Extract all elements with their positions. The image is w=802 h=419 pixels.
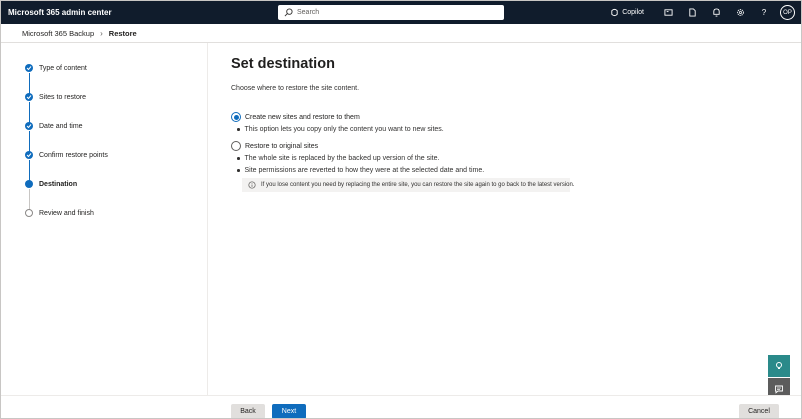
copilot-button[interactable]: Copilot <box>610 8 644 17</box>
copilot-icon <box>611 8 618 17</box>
cancel-button[interactable]: Cancel <box>739 404 779 418</box>
step-label: Review and finish <box>39 209 94 217</box>
back-button[interactable]: Back <box>231 404 265 418</box>
step-label: Date and time <box>39 122 83 130</box>
breadcrumb-backup-link[interactable]: Microsoft 365 Backup <box>22 29 94 38</box>
lightbulb-icon <box>776 362 782 369</box>
bullet-text: Site permissions are reverted to how the… <box>244 167 485 174</box>
check-icon <box>25 93 33 101</box>
step-confirm-restore-points[interactable]: Confirm restore points <box>25 149 108 161</box>
help-widget-button[interactable] <box>768 355 790 377</box>
copilot-label: Copilot <box>622 9 644 16</box>
chat-icon <box>775 385 783 394</box>
dashboard-icon <box>663 9 673 16</box>
bullet-text: This option lets you copy only the conte… <box>244 126 444 133</box>
step-label: Sites to restore <box>39 93 87 101</box>
option-label: Create new sites and restore to them <box>245 113 360 121</box>
step-label: Destination <box>39 180 78 188</box>
breadcrumb-current: Restore <box>108 28 137 38</box>
page-title: Set destination <box>231 56 335 72</box>
pending-step-icon <box>25 209 33 217</box>
radio-selected[interactable] <box>231 112 241 122</box>
top-icon-4[interactable] <box>728 1 752 24</box>
step-destination[interactable]: Destination <box>25 178 77 190</box>
wizard-footer: Back Next Cancel <box>1 395 801 418</box>
radio-unselected[interactable] <box>231 141 241 151</box>
step-review-and-finish[interactable]: Review and finish <box>25 207 94 219</box>
option-description: The whole site is replaced by the backed… <box>237 155 439 162</box>
chevron-right-icon: › <box>100 28 103 38</box>
current-step-icon <box>25 180 33 188</box>
app-frame: Microsoft 365 admin center Search Copilo… <box>0 0 802 419</box>
next-button[interactable]: Next <box>272 404 306 418</box>
app-title[interactable]: Microsoft 365 admin center <box>8 8 112 17</box>
help-icon: ? <box>761 8 767 17</box>
option-restore-original-sites[interactable]: Restore to original sites <box>231 141 318 151</box>
check-icon <box>25 122 33 130</box>
search-box[interactable]: Search <box>278 5 504 20</box>
option-create-new-sites[interactable]: Create new sites and restore to them <box>231 112 360 122</box>
step-date-and-time[interactable]: Date and time <box>25 120 83 132</box>
bullet-icon <box>237 169 240 172</box>
avatar[interactable]: OP <box>780 5 795 20</box>
bullet-icon <box>237 128 240 131</box>
breadcrumb: Microsoft 365 Backup › Restore <box>1 24 801 43</box>
info-text: If you lose content you need by replacin… <box>261 182 575 188</box>
step-label: Confirm restore points <box>39 151 108 159</box>
top-icon-2[interactable] <box>680 1 704 24</box>
document-icon <box>688 8 696 17</box>
option-description: Site permissions are reverted to how the… <box>237 167 484 174</box>
gear-icon <box>736 9 744 16</box>
top-actions: Copilot ? OP <box>610 1 801 24</box>
wizard-steps: Type of content Sites to restore Date an… <box>1 43 208 395</box>
info-icon <box>248 181 256 189</box>
search-icon <box>284 8 293 17</box>
instruction-text: Choose where to restore the site content… <box>231 85 360 92</box>
bullet-icon <box>237 157 240 160</box>
option-label: Restore to original sites <box>245 142 319 150</box>
bullet-text: The whole site is replaced by the backed… <box>244 155 440 162</box>
help-button[interactable]: ? <box>752 1 776 24</box>
top-icon-1[interactable] <box>656 1 680 24</box>
top-icon-3[interactable] <box>704 1 728 24</box>
check-icon <box>25 64 33 72</box>
bell-icon <box>712 8 720 17</box>
search-input[interactable]: Search <box>297 9 319 16</box>
top-bar: Microsoft 365 admin center Search Copilo… <box>1 1 801 24</box>
check-icon <box>25 151 33 159</box>
option-description: This option lets you copy only the conte… <box>237 126 444 133</box>
step-label: Type of content <box>39 64 87 72</box>
step-type-of-content[interactable]: Type of content <box>25 62 87 74</box>
info-message: If you lose content you need by replacin… <box>242 178 575 192</box>
step-sites-to-restore[interactable]: Sites to restore <box>25 91 86 103</box>
